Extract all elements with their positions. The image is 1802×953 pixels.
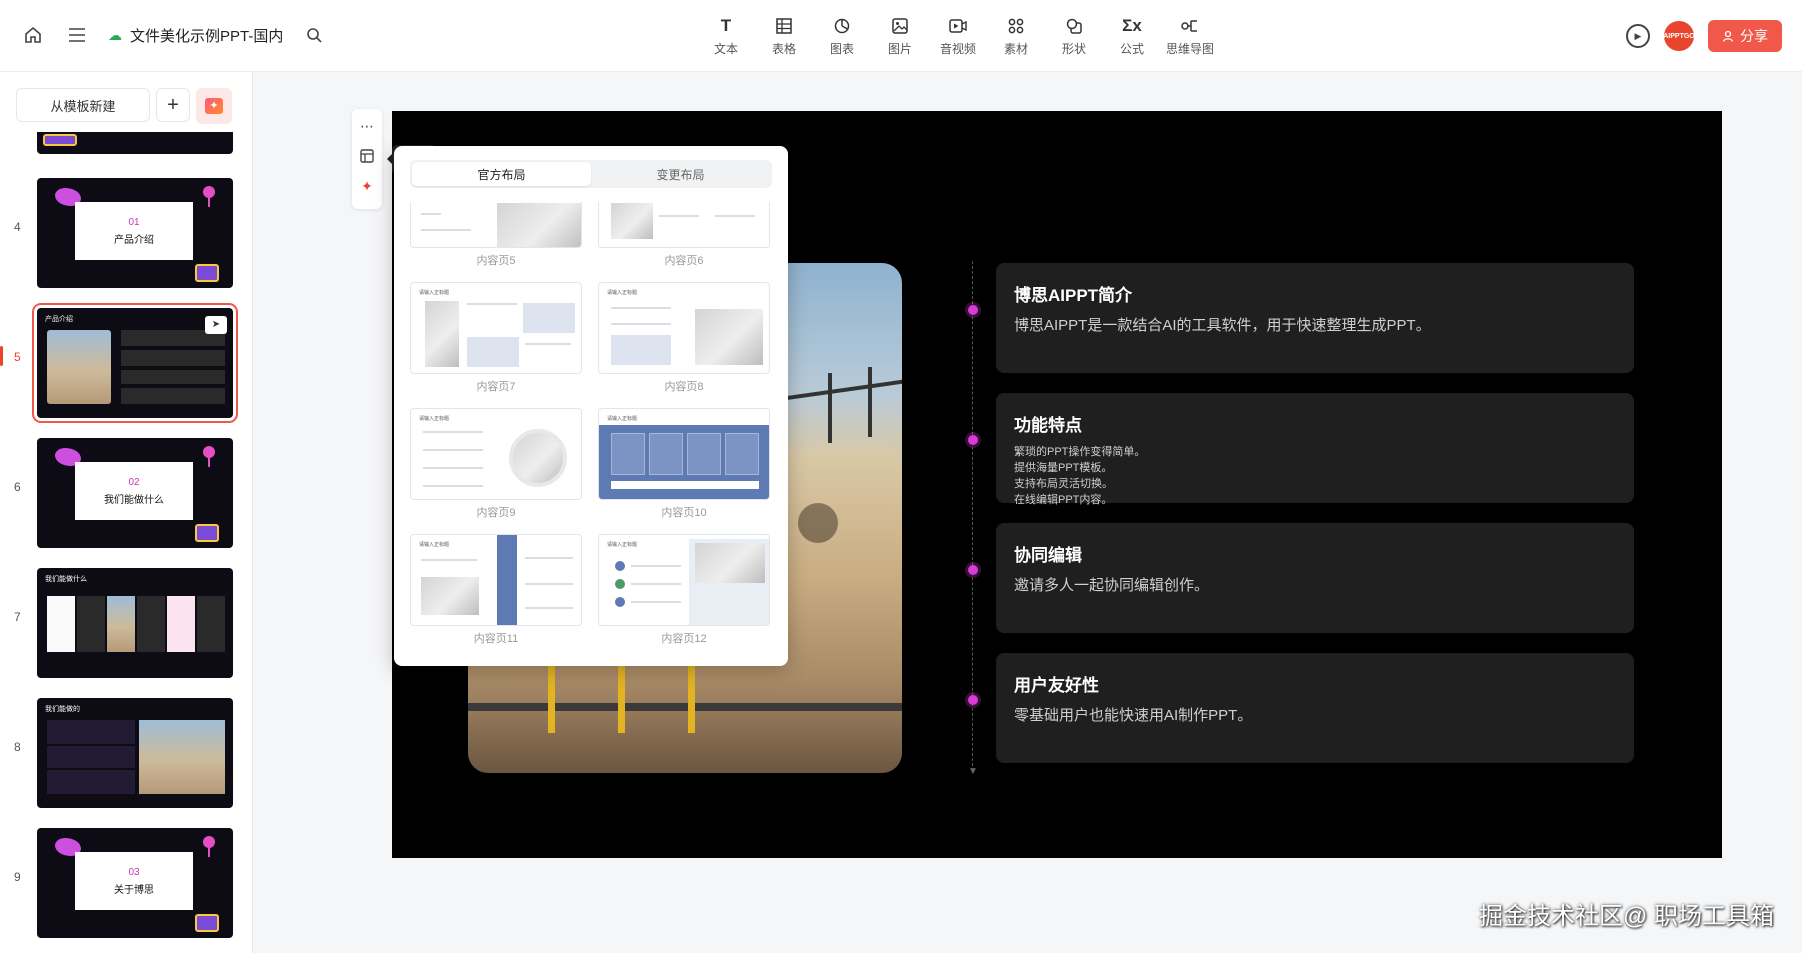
slide-item[interactable]: 7 我们能做什么: [0, 566, 252, 680]
layout-tabs: 官方布局 变更布局: [410, 160, 772, 188]
menu-icon[interactable]: [64, 22, 90, 48]
layout-option[interactable]: 请输入正标题: [598, 534, 770, 626]
tool-shape[interactable]: 形状: [1048, 12, 1100, 60]
layout-icon[interactable]: [356, 145, 378, 167]
formula-icon: Σx: [1122, 16, 1142, 35]
timeline-dot: [968, 305, 978, 315]
user-icon: [1722, 30, 1734, 42]
tool-formula[interactable]: Σx 公式: [1106, 12, 1158, 60]
timeline: ▼: [968, 261, 978, 777]
tool-mindmap[interactable]: 思维导图: [1164, 12, 1216, 60]
send-icon[interactable]: ➤: [205, 316, 227, 334]
play-icon[interactable]: ▶: [1626, 24, 1650, 48]
top-bar: ☁ 文件美化示例PPT-国内 T 文本 表格 图表 图片 音视频 素材 形状 Σx…: [0, 0, 1802, 72]
slide-item-active[interactable]: 5 产品介绍 ➤: [0, 303, 252, 423]
slide-thumbnail[interactable]: 产品介绍 ➤: [32, 303, 238, 423]
search-icon[interactable]: [301, 22, 327, 48]
timeline-dot: [968, 565, 978, 575]
feature-card[interactable]: 博思AIPPT简介 博思AIPPT是一款结合AI的工具软件，用于快速整理生成PP…: [996, 263, 1634, 373]
timeline-dot: [968, 435, 978, 445]
mindmap-icon: [1179, 15, 1201, 37]
watermark: 掘金技术社区@ 职场工具箱: [1478, 903, 1774, 930]
chart-icon: [831, 15, 853, 37]
layout-option[interactable]: 请输入正标题: [598, 408, 770, 500]
home-icon[interactable]: [20, 22, 46, 48]
ai-generate-button[interactable]: ✦: [196, 88, 232, 124]
tool-image[interactable]: 图片: [874, 12, 926, 60]
ai-sparkle-icon[interactable]: ✦: [356, 175, 378, 197]
avatar[interactable]: AIPPTGO: [1663, 21, 1695, 51]
insert-toolbar: T 文本 表格 图表 图片 音视频 素材 形状 Σx 公式 思维导图: [700, 12, 1216, 60]
material-icon: [1005, 15, 1027, 37]
tool-text[interactable]: T 文本: [700, 12, 752, 60]
cloud-saved-icon: ☁: [108, 26, 122, 43]
arrow-down-icon: ▼: [968, 766, 978, 777]
tool-table[interactable]: 表格: [758, 12, 810, 60]
slide-thumbnail[interactable]: 01 产品介绍: [37, 178, 233, 288]
floating-toolbar: ⋯ ✦: [352, 109, 382, 209]
slide-thumbnail-partial[interactable]: [37, 132, 233, 154]
tab-change-layout[interactable]: 变更布局: [591, 162, 770, 186]
document-title[interactable]: ☁ 文件美化示例PPT-国内: [108, 25, 283, 46]
slide-item[interactable]: 8 我们能做的: [0, 696, 252, 810]
feature-card[interactable]: 协同编辑 邀请多人一起协同编辑创作。: [996, 523, 1634, 633]
add-slide-button[interactable]: +: [156, 88, 190, 122]
text-icon: T: [720, 16, 732, 35]
feature-card[interactable]: 功能特点 繁琐的PPT操作变得简单。 提供海量PPT模板。 支持布局灵活切换。 …: [996, 393, 1634, 506]
tab-official-layout[interactable]: 官方布局: [412, 162, 591, 186]
layout-option[interactable]: [410, 202, 582, 248]
timeline-dot: [968, 695, 978, 705]
slide-thumbnail[interactable]: 03 关于博思: [37, 828, 233, 938]
layout-option[interactable]: 请输入正标题: [598, 282, 770, 374]
slide-thumbnail[interactable]: 02 我们能做什么: [37, 438, 233, 548]
shape-icon: [1063, 15, 1085, 37]
layout-popup: 官方布局 变更布局 内容页5 内容页6 请输入正标题 内容页7 请输入正标题 内…: [394, 146, 788, 666]
layout-option[interactable]: 请输入正标题: [410, 408, 582, 500]
table-icon: [773, 15, 795, 37]
document-title-text: 文件美化示例PPT-国内: [130, 27, 284, 45]
slide-item[interactable]: 4 01 产品介绍: [0, 176, 252, 290]
slide-item[interactable]: 6 02 我们能做什么: [0, 436, 252, 550]
ai-icon: ✦: [205, 98, 223, 114]
tool-video[interactable]: 音视频: [932, 12, 984, 60]
slide-thumbnail[interactable]: 我们能做什么: [37, 568, 233, 678]
slide-thumbnail[interactable]: 我们能做的: [37, 698, 233, 808]
layout-option[interactable]: 请输入正标题: [410, 534, 582, 626]
tool-chart[interactable]: 图表: [816, 12, 868, 60]
share-button[interactable]: 分享: [1708, 20, 1782, 52]
tool-material[interactable]: 素材: [990, 12, 1042, 60]
slide-item[interactable]: 9 03 关于博思: [0, 826, 252, 940]
layout-grid: 内容页5 内容页6 请输入正标题 内容页7 请输入正标题 内容页8 请输入正标题…: [394, 202, 788, 666]
layout-option[interactable]: [598, 202, 770, 248]
more-icon[interactable]: ⋯: [356, 115, 378, 137]
image-icon: [889, 15, 911, 37]
new-from-template-button[interactable]: 从模板新建: [16, 88, 150, 122]
layout-option[interactable]: 请输入正标题: [410, 282, 582, 374]
slide-panel: 从模板新建 + ✦ 4 01 产品介绍 5 产品介绍 ➤ 6 02 我们能做什么…: [0, 72, 253, 953]
feature-card[interactable]: 用户友好性 零基础用户也能快速用AI制作PPT。: [996, 653, 1634, 763]
video-icon: [947, 15, 969, 37]
